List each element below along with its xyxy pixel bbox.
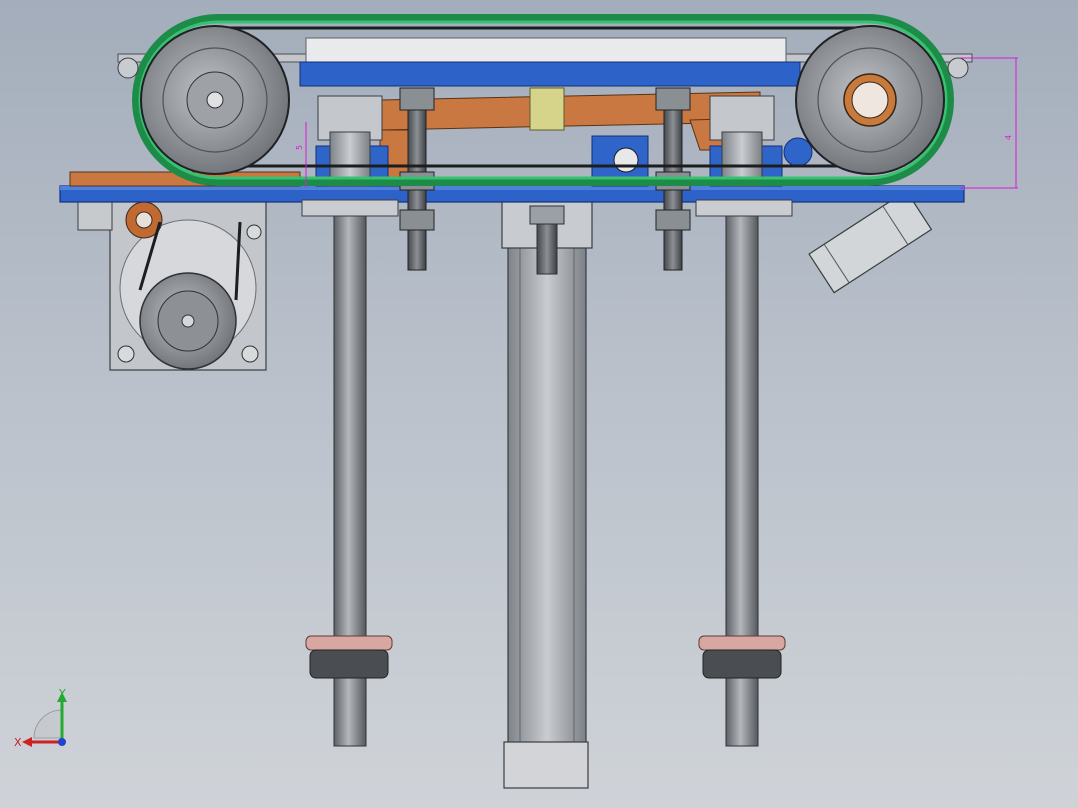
bearing-block-right <box>695 199 793 217</box>
motor-gearbox[interactable] <box>77 197 267 371</box>
cad-viewport[interactable]: 4 5 <box>0 0 1078 808</box>
triad-x-arrow <box>22 737 32 747</box>
idler-roller-right <box>947 57 969 79</box>
idler-roller-left <box>117 57 139 79</box>
orientation-triad[interactable]: Y X <box>12 686 82 756</box>
coupling-block <box>529 87 565 131</box>
angled-sensor-cylinder[interactable] <box>808 190 933 294</box>
triad-rotation-arc <box>33 709 63 739</box>
triad-x-label: X <box>14 736 22 749</box>
drive-pulley-right[interactable] <box>795 25 945 175</box>
base-plate[interactable] <box>59 185 965 203</box>
dimension-left-label: 5 <box>295 145 304 150</box>
guide-rod-left[interactable] <box>305 199 393 747</box>
triad-z-axis <box>58 738 66 746</box>
dimension-right[interactable]: 4 <box>960 57 1018 189</box>
drive-pulley-left[interactable] <box>140 25 290 175</box>
lift-cylinder[interactable] <box>501 199 593 789</box>
guide-rod-right[interactable] <box>698 199 786 747</box>
bearing-block-left <box>301 199 399 217</box>
dimension-right-label: 4 <box>1004 135 1013 140</box>
triad-y-label: Y <box>58 687 66 700</box>
